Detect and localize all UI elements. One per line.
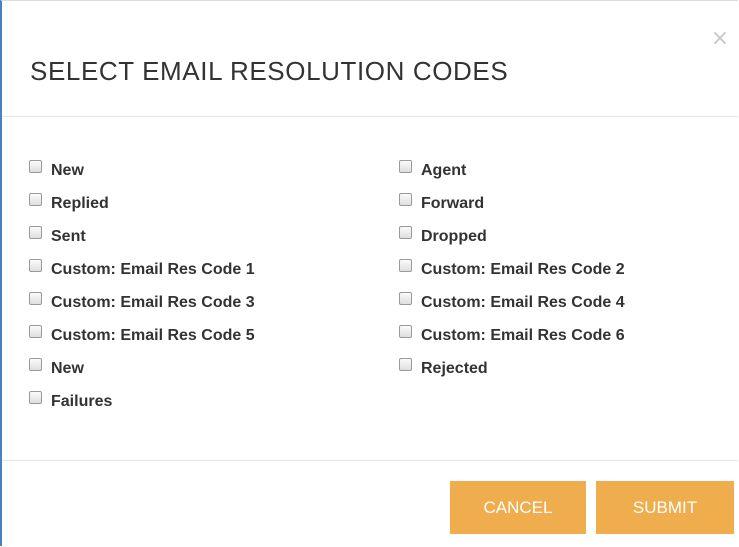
option-custom-code-3[interactable]: Custom: Email Res Code 3	[29, 286, 255, 319]
checkbox[interactable]	[29, 391, 42, 404]
dialog-body: New Replied Sent Custom: Email Res Code …	[2, 117, 738, 460]
option-custom-code-2[interactable]: Custom: Email Res Code 2	[399, 253, 625, 286]
option-label: Forward	[421, 194, 485, 212]
option-label: Agent	[421, 161, 467, 179]
option-replied[interactable]: Replied	[29, 187, 255, 220]
checkbox[interactable]	[399, 160, 412, 173]
checkbox[interactable]	[29, 193, 42, 206]
option-agent[interactable]: Agent	[399, 154, 625, 187]
dialog-title: SELECT EMAIL RESOLUTION CODES	[30, 56, 509, 86]
option-sent[interactable]: Sent	[29, 220, 255, 253]
option-custom-code-4[interactable]: Custom: Email Res Code 4	[399, 286, 625, 319]
dialog-footer: CANCEL SUBMIT	[2, 460, 738, 547]
option-label: Custom: Email Res Code 1	[51, 260, 255, 278]
cancel-button[interactable]: CANCEL	[450, 481, 586, 534]
checkbox[interactable]	[399, 292, 412, 305]
options-column-right: Agent Forward Dropped Custom: Email Res …	[399, 154, 625, 385]
option-label: Dropped	[421, 227, 487, 245]
option-label: Custom: Email Res Code 6	[421, 326, 625, 344]
option-custom-code-5[interactable]: Custom: Email Res Code 5	[29, 319, 255, 352]
option-label: Custom: Email Res Code 2	[421, 260, 625, 278]
options-column-left: New Replied Sent Custom: Email Res Code …	[29, 154, 255, 418]
option-label: Custom: Email Res Code 5	[51, 326, 255, 344]
checkbox[interactable]	[399, 226, 412, 239]
option-dropped[interactable]: Dropped	[399, 220, 625, 253]
option-forward[interactable]: Forward	[399, 187, 625, 220]
submit-button[interactable]: SUBMIT	[596, 481, 734, 534]
option-label: Replied	[51, 194, 109, 212]
option-label: New	[51, 161, 84, 179]
option-label: Failures	[51, 392, 113, 410]
checkbox[interactable]	[29, 325, 42, 338]
option-failures[interactable]: Failures	[29, 385, 255, 418]
checkbox[interactable]	[29, 259, 42, 272]
option-rejected[interactable]: Rejected	[399, 352, 625, 385]
checkbox[interactable]	[29, 226, 42, 239]
checkbox[interactable]	[29, 160, 42, 173]
checkbox[interactable]	[399, 358, 412, 371]
resolution-codes-dialog: SELECT EMAIL RESOLUTION CODES × New Repl…	[0, 0, 738, 546]
checkbox[interactable]	[29, 358, 42, 371]
option-new[interactable]: New	[29, 154, 255, 187]
option-label: New	[51, 359, 84, 377]
option-new-2[interactable]: New	[29, 352, 255, 385]
option-label: Rejected	[421, 359, 488, 377]
checkbox[interactable]	[29, 292, 42, 305]
checkbox[interactable]	[399, 193, 412, 206]
option-custom-code-1[interactable]: Custom: Email Res Code 1	[29, 253, 255, 286]
checkbox[interactable]	[399, 259, 412, 272]
close-icon[interactable]: ×	[710, 27, 730, 51]
option-label: Custom: Email Res Code 4	[421, 293, 625, 311]
checkbox[interactable]	[399, 325, 412, 338]
option-label: Custom: Email Res Code 3	[51, 293, 255, 311]
dialog-header: SELECT EMAIL RESOLUTION CODES ×	[2, 1, 738, 117]
option-label: Sent	[51, 227, 86, 245]
option-custom-code-6[interactable]: Custom: Email Res Code 6	[399, 319, 625, 352]
